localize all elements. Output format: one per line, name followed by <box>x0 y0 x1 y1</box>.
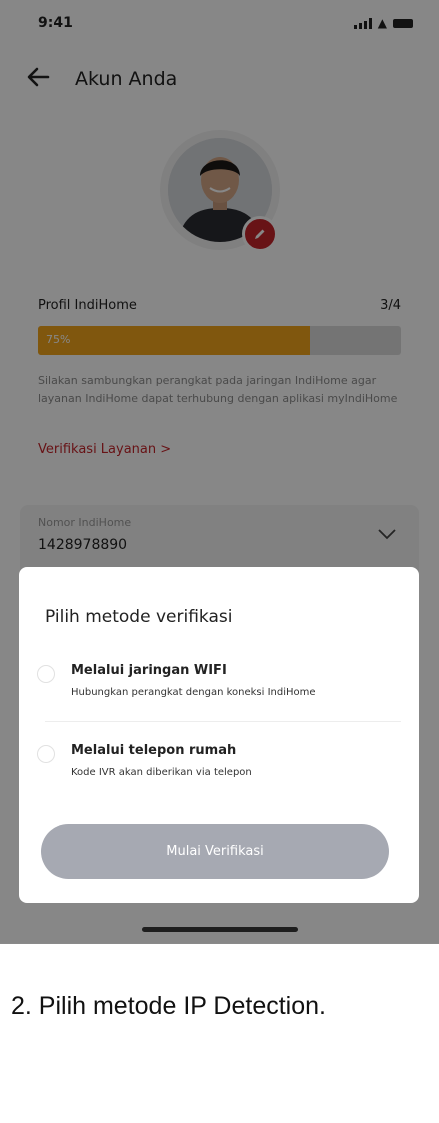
option-subtitle: Hubungkan perangkat dengan koneksi IndiH… <box>71 687 316 698</box>
option-title: Melalui telepon rumah <box>71 743 237 758</box>
caption: 2. Pilih metode IP Detection. <box>11 992 326 1020</box>
option-home-phone[interactable]: Melalui telepon rumah Kode IVR akan dibe… <box>37 739 401 799</box>
dialog-title: Pilih metode verifikasi <box>45 607 233 627</box>
start-verification-button[interactable]: Mulai Verifikasi <box>41 824 389 879</box>
radio-button-phone[interactable] <box>37 745 55 763</box>
option-title: Melalui jaringan WIFI <box>71 663 227 678</box>
divider <box>45 721 401 722</box>
phone-screen: 9:41 ▲ Akun Anda Profil IndiHome 3/4 75%… <box>0 0 439 944</box>
verification-method-dialog: Pilih metode verifikasi Melalui jaringan… <box>19 567 419 903</box>
option-wifi[interactable]: Melalui jaringan WIFI Hubungkan perangka… <box>37 659 401 719</box>
home-indicator[interactable] <box>142 927 298 932</box>
option-subtitle: Kode IVR akan diberikan via telepon <box>71 767 252 778</box>
radio-button-wifi[interactable] <box>37 665 55 683</box>
